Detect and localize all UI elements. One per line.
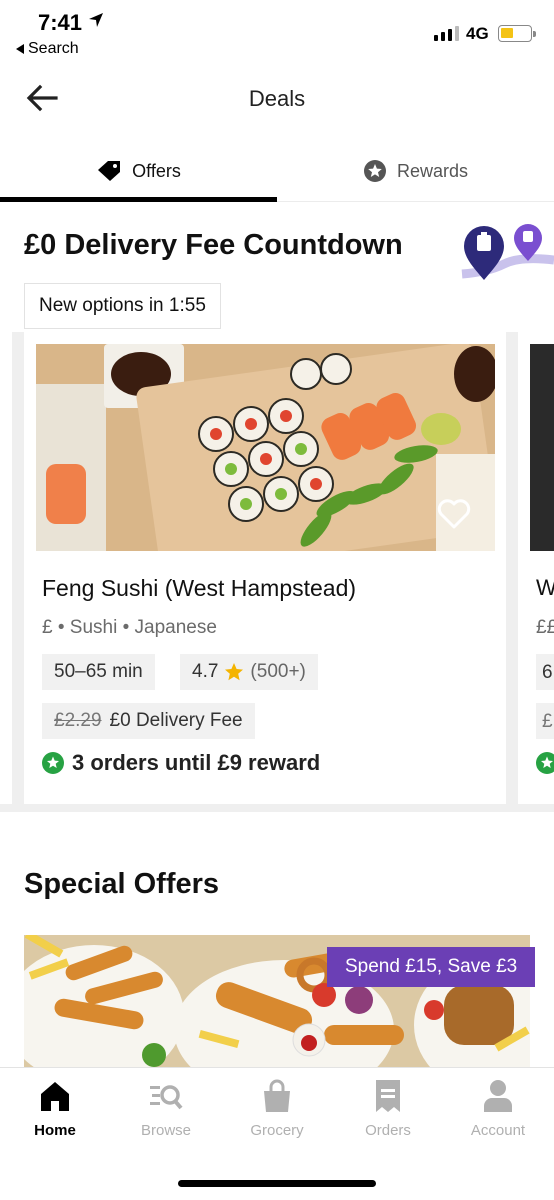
nav-browse[interactable]: Browse xyxy=(111,1078,221,1139)
tag-icon xyxy=(98,161,121,181)
delivery-fee-chip: £2.29 £0 Delivery Fee xyxy=(42,703,255,739)
header: Deals xyxy=(0,66,554,132)
nav-home[interactable]: Home xyxy=(0,1078,110,1139)
tab-bar: Offers Rewards xyxy=(0,140,554,202)
previous-card-edge xyxy=(0,332,12,804)
restaurant-card[interactable]: Feng Sushi (West Hampstead) £ • Sushi • … xyxy=(24,332,506,804)
new-delivery-fee: £0 Delivery Fee xyxy=(109,710,243,731)
shopping-bag-icon xyxy=(264,1079,290,1112)
tab-rewards[interactable]: Rewards xyxy=(277,140,554,202)
offer-tag: Spend £15, Save £3 xyxy=(327,947,536,987)
heart-favorite-icon[interactable] xyxy=(437,499,471,529)
delivery-time: 50–65 min xyxy=(54,661,143,682)
restaurant-carousel[interactable]: Feng Sushi (West Hampstead) £ • Sushi • … xyxy=(0,332,554,812)
back-triangle-icon xyxy=(16,44,24,54)
countdown-title: £0 Delivery Fee Countdown xyxy=(24,229,403,261)
next-card-meta-fragment: ££ xyxy=(536,617,554,638)
reward-text: 3 orders until £9 reward xyxy=(72,750,321,775)
rating-count: (500+) xyxy=(250,661,306,682)
special-offers-title: Special Offers xyxy=(24,868,220,900)
nav-grocery-label: Grocery xyxy=(250,1122,304,1139)
next-card-fee-fragment: £ xyxy=(536,703,554,739)
nav-home-label: Home xyxy=(34,1122,76,1139)
battery-icon xyxy=(498,25,536,42)
next-card-time-fragment: 6 xyxy=(536,654,554,690)
nav-orders[interactable]: Orders xyxy=(333,1078,443,1139)
nav-account[interactable]: Account xyxy=(443,1078,553,1139)
restaurant-meta: £ • Sushi • Japanese xyxy=(42,617,217,638)
tab-offers[interactable]: Offers xyxy=(0,140,277,202)
person-icon xyxy=(484,1080,512,1112)
reward-progress: 3 orders until £9 reward xyxy=(42,750,320,776)
status-bar: 7:41 Search 4G xyxy=(0,0,554,66)
home-indicator[interactable] xyxy=(178,1180,376,1187)
sushi-platter-image xyxy=(36,344,495,551)
route-illustration-icon xyxy=(461,224,554,280)
star-icon xyxy=(225,663,244,681)
next-card-reward-icon xyxy=(536,752,554,774)
nav-account-label: Account xyxy=(470,1122,526,1139)
next-card-name-fragment: W xyxy=(536,575,554,600)
browse-search-icon xyxy=(150,1085,183,1110)
tab-offers-label: Offers xyxy=(132,160,181,181)
nav-grocery[interactable]: Grocery xyxy=(222,1078,332,1139)
countdown-timer: New options in 1:55 xyxy=(24,283,221,329)
tab-rewards-label: Rewards xyxy=(396,160,469,181)
network-type: 4G xyxy=(466,24,489,43)
reward-star-icon xyxy=(42,752,64,774)
next-restaurant-photo xyxy=(530,344,554,551)
next-restaurant-card[interactable]: W ££ 6 £ xyxy=(518,332,554,804)
rating-value: 4.7 xyxy=(192,661,219,682)
back-to-search-link[interactable]: Search xyxy=(16,40,79,58)
nav-orders-label: Orders xyxy=(365,1122,411,1139)
delivery-time-chip: 50–65 min xyxy=(42,654,155,690)
restaurant-photo[interactable] xyxy=(36,344,495,551)
home-icon xyxy=(41,1082,69,1111)
nav-browse-label: Browse xyxy=(140,1122,192,1139)
back-app-label: Search xyxy=(28,40,79,57)
restaurant-name[interactable]: Feng Sushi (West Hampstead) xyxy=(42,575,356,602)
old-delivery-fee: £2.29 xyxy=(54,710,102,731)
star-badge-icon xyxy=(363,160,386,182)
page-title: Deals xyxy=(248,86,306,111)
active-tab-indicator xyxy=(0,197,277,202)
location-arrow-icon xyxy=(89,13,103,27)
receipt-icon xyxy=(376,1080,400,1112)
status-time: 7:41 xyxy=(38,10,83,35)
signal-icon xyxy=(434,26,459,41)
rating-chip: 4.7 (500+) xyxy=(180,654,318,690)
